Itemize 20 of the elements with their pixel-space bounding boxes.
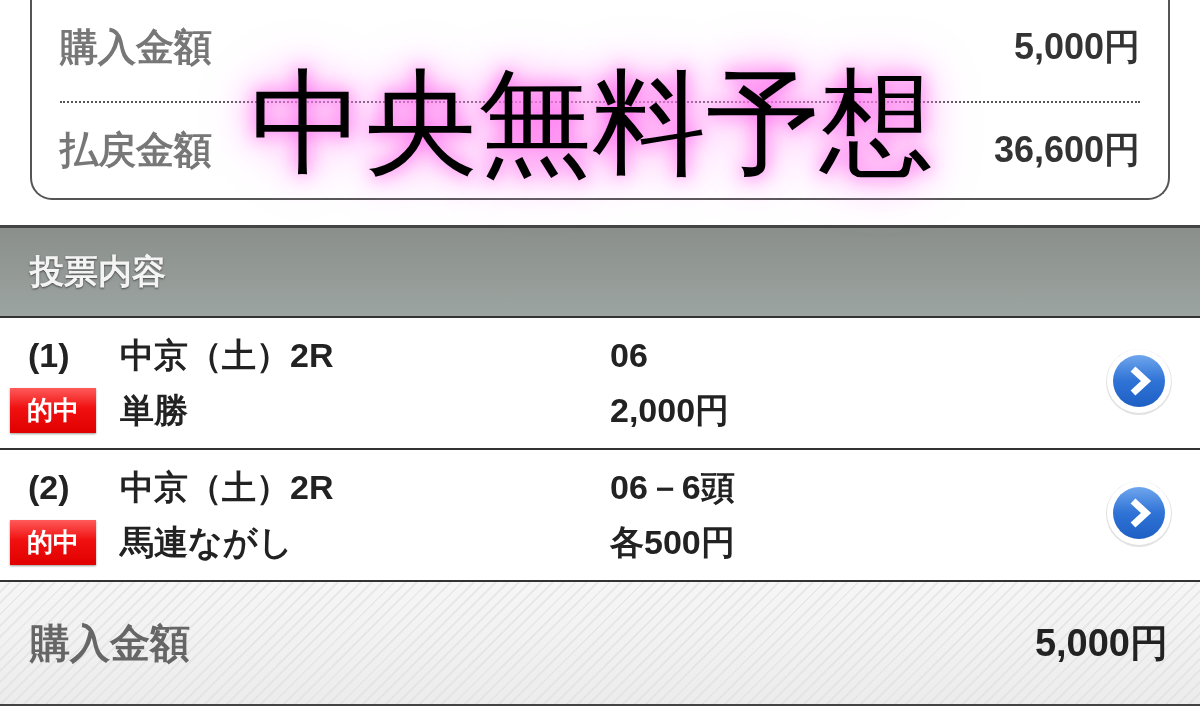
bet-amount: 各500円 xyxy=(610,521,736,563)
bet-number: (1) xyxy=(27,336,71,375)
summary-value: 5,000円 xyxy=(1013,25,1140,69)
bet-type: 単勝 xyxy=(120,389,189,431)
section-title: 投票内容 xyxy=(30,251,166,292)
race-name: 中京（土）2R xyxy=(120,334,335,376)
bet-type: 馬連ながし xyxy=(120,521,294,563)
race-name: 中京（土）2R xyxy=(120,466,335,508)
bet-selection: 06－6頭 xyxy=(610,466,736,508)
summary-value: 36,600円 xyxy=(993,128,1140,172)
hit-badge: 的中 xyxy=(10,520,96,565)
summary-label: 払戻金額 xyxy=(60,128,212,173)
promo-caption: 中央無料予想 xyxy=(250,60,934,186)
summary-label: 購入金額 xyxy=(60,25,212,70)
bet-amount: 2,000円 xyxy=(610,389,731,431)
bet-selection: 06 xyxy=(610,336,649,375)
bet-number: (2) xyxy=(27,468,71,507)
total-value: 5,000円 xyxy=(1034,620,1168,666)
hit-badge: 的中 xyxy=(10,388,96,433)
total-label: 購入金額 xyxy=(30,619,190,667)
